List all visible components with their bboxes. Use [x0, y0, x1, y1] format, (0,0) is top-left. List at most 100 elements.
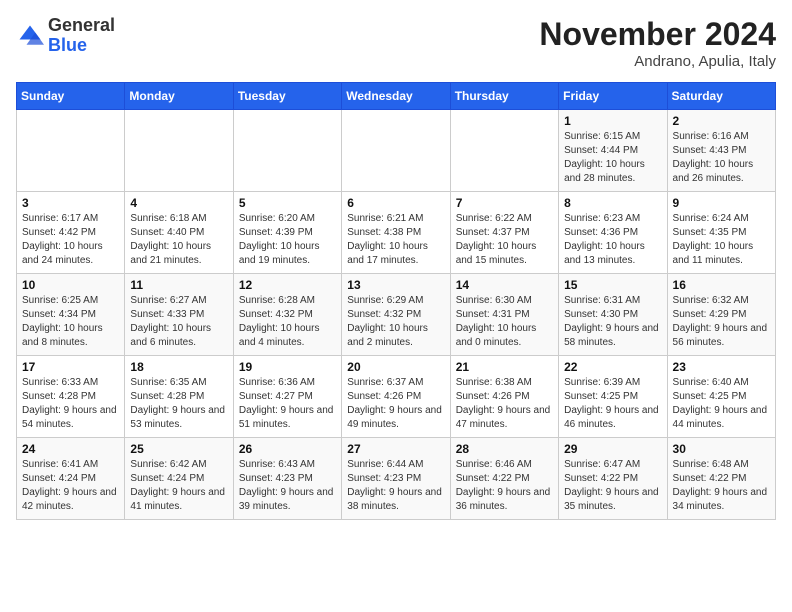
day-info: Sunrise: 6:44 AM Sunset: 4:23 PM Dayligh…: [347, 458, 444, 514]
day-info: Sunrise: 6:24 AM Sunset: 4:35 PM Dayligh…: [673, 212, 770, 268]
logo: General Blue: [16, 16, 115, 56]
calendar-cell: 26 Sunrise: 6:43 AM Sunset: 4:23 PM Dayli…: [233, 438, 341, 520]
day-info: Sunrise: 6:22 AM Sunset: 4:37 PM Dayligh…: [456, 212, 553, 268]
calendar-cell: 1 Sunrise: 6:15 AM Sunset: 4:44 PM Daylig…: [559, 110, 667, 192]
day-number: 1: [564, 114, 661, 128]
day-info: Sunrise: 6:37 AM Sunset: 4:26 PM Dayligh…: [347, 376, 444, 432]
calendar-cell: 18 Sunrise: 6:35 AM Sunset: 4:28 PM Dayli…: [125, 356, 233, 438]
day-info: Sunrise: 6:31 AM Sunset: 4:30 PM Dayligh…: [564, 294, 661, 350]
calendar-cell: 25 Sunrise: 6:42 AM Sunset: 4:24 PM Dayli…: [125, 438, 233, 520]
calendar-cell: 30 Sunrise: 6:48 AM Sunset: 4:22 PM Dayli…: [667, 438, 775, 520]
day-number: 8: [564, 196, 661, 210]
day-number: 26: [239, 442, 336, 456]
day-info: Sunrise: 6:16 AM Sunset: 4:43 PM Dayligh…: [673, 130, 770, 186]
month-title: November 2024: [539, 16, 776, 53]
day-info: Sunrise: 6:33 AM Sunset: 4:28 PM Dayligh…: [22, 376, 119, 432]
day-number: 20: [347, 360, 444, 374]
calendar-cell: 3 Sunrise: 6:17 AM Sunset: 4:42 PM Daylig…: [17, 192, 125, 274]
week-row-1: 3 Sunrise: 6:17 AM Sunset: 4:42 PM Daylig…: [17, 192, 776, 274]
day-info: Sunrise: 6:25 AM Sunset: 4:34 PM Dayligh…: [22, 294, 119, 350]
calendar-table: SundayMondayTuesdayWednesdayThursdayFrid…: [16, 82, 776, 520]
week-row-3: 17 Sunrise: 6:33 AM Sunset: 4:28 PM Dayli…: [17, 356, 776, 438]
day-info: Sunrise: 6:38 AM Sunset: 4:26 PM Dayligh…: [456, 376, 553, 432]
day-info: Sunrise: 6:18 AM Sunset: 4:40 PM Dayligh…: [130, 212, 227, 268]
day-number: 30: [673, 442, 770, 456]
calendar-cell: 24Sunrise: 6:41 AM Sunset: 4:24 PM Dayli…: [17, 438, 125, 520]
calendar-cell: 11 Sunrise: 6:27 AM Sunset: 4:33 PM Dayli…: [125, 274, 233, 356]
day-header-sunday: Sunday: [17, 83, 125, 110]
calendar-cell: [342, 110, 450, 192]
day-info: Sunrise: 6:35 AM Sunset: 4:28 PM Dayligh…: [130, 376, 227, 432]
day-info: Sunrise: 6:30 AM Sunset: 4:31 PM Dayligh…: [456, 294, 553, 350]
calendar-cell: 17 Sunrise: 6:33 AM Sunset: 4:28 PM Dayli…: [17, 356, 125, 438]
calendar-cell: 12Sunrise: 6:28 AM Sunset: 4:32 PM Dayli…: [233, 274, 341, 356]
logo-general: General: [48, 16, 115, 36]
day-number: 27: [347, 442, 444, 456]
day-info: Sunrise: 6:17 AM Sunset: 4:42 PM Dayligh…: [22, 212, 119, 268]
calendar-cell: 10 Sunrise: 6:25 AM Sunset: 4:34 PM Dayli…: [17, 274, 125, 356]
calendar-cell: 21 Sunrise: 6:38 AM Sunset: 4:26 PM Dayli…: [450, 356, 558, 438]
location: Andrano, Apulia, Italy: [539, 53, 776, 70]
day-number: 22: [564, 360, 661, 374]
day-header-saturday: Saturday: [667, 83, 775, 110]
calendar-cell: 8 Sunrise: 6:23 AM Sunset: 4:36 PM Daylig…: [559, 192, 667, 274]
logo-blue: Blue: [48, 36, 115, 56]
week-row-4: 24Sunrise: 6:41 AM Sunset: 4:24 PM Dayli…: [17, 438, 776, 520]
day-number: 29: [564, 442, 661, 456]
day-header-tuesday: Tuesday: [233, 83, 341, 110]
calendar-cell: [233, 110, 341, 192]
day-number: 11: [130, 278, 227, 292]
calendar-cell: 2Sunrise: 6:16 AM Sunset: 4:43 PM Daylig…: [667, 110, 775, 192]
day-info: Sunrise: 6:32 AM Sunset: 4:29 PM Dayligh…: [673, 294, 770, 350]
day-info: Sunrise: 6:46 AM Sunset: 4:22 PM Dayligh…: [456, 458, 553, 514]
calendar-cell: [17, 110, 125, 192]
day-number: 12: [239, 278, 336, 292]
week-row-2: 10 Sunrise: 6:25 AM Sunset: 4:34 PM Dayli…: [17, 274, 776, 356]
day-number: 17: [22, 360, 119, 374]
day-info: Sunrise: 6:43 AM Sunset: 4:23 PM Dayligh…: [239, 458, 336, 514]
calendar-cell: 28Sunrise: 6:46 AM Sunset: 4:22 PM Dayli…: [450, 438, 558, 520]
day-info: Sunrise: 6:20 AM Sunset: 4:39 PM Dayligh…: [239, 212, 336, 268]
day-number: 23: [673, 360, 770, 374]
calendar-cell: 22 Sunrise: 6:39 AM Sunset: 4:25 PM Dayli…: [559, 356, 667, 438]
day-number: 15: [564, 278, 661, 292]
calendar-cell: 29Sunrise: 6:47 AM Sunset: 4:22 PM Dayli…: [559, 438, 667, 520]
header-row: SundayMondayTuesdayWednesdayThursdayFrid…: [17, 83, 776, 110]
calendar-cell: 13 Sunrise: 6:29 AM Sunset: 4:32 PM Dayli…: [342, 274, 450, 356]
day-number: 21: [456, 360, 553, 374]
calendar-cell: 23 Sunrise: 6:40 AM Sunset: 4:25 PM Dayli…: [667, 356, 775, 438]
day-info: Sunrise: 6:27 AM Sunset: 4:33 PM Dayligh…: [130, 294, 227, 350]
week-row-0: 1 Sunrise: 6:15 AM Sunset: 4:44 PM Daylig…: [17, 110, 776, 192]
calendar-cell: 27 Sunrise: 6:44 AM Sunset: 4:23 PM Dayli…: [342, 438, 450, 520]
calendar-cell: 15 Sunrise: 6:31 AM Sunset: 4:30 PM Dayli…: [559, 274, 667, 356]
calendar-cell: 9Sunrise: 6:24 AM Sunset: 4:35 PM Daylig…: [667, 192, 775, 274]
calendar-cell: 19 Sunrise: 6:36 AM Sunset: 4:27 PM Dayli…: [233, 356, 341, 438]
day-header-wednesday: Wednesday: [342, 83, 450, 110]
calendar-cell: [125, 110, 233, 192]
day-info: Sunrise: 6:39 AM Sunset: 4:25 PM Dayligh…: [564, 376, 661, 432]
calendar-cell: 16 Sunrise: 6:32 AM Sunset: 4:29 PM Dayli…: [667, 274, 775, 356]
day-header-friday: Friday: [559, 83, 667, 110]
day-info: Sunrise: 6:29 AM Sunset: 4:32 PM Dayligh…: [347, 294, 444, 350]
calendar-cell: [450, 110, 558, 192]
day-number: 3: [22, 196, 119, 210]
day-number: 18: [130, 360, 227, 374]
day-info: Sunrise: 6:40 AM Sunset: 4:25 PM Dayligh…: [673, 376, 770, 432]
day-info: Sunrise: 6:21 AM Sunset: 4:38 PM Dayligh…: [347, 212, 444, 268]
day-info: Sunrise: 6:36 AM Sunset: 4:27 PM Dayligh…: [239, 376, 336, 432]
title-block: November 2024 Andrano, Apulia, Italy: [539, 16, 776, 70]
day-number: 16: [673, 278, 770, 292]
day-info: Sunrise: 6:48 AM Sunset: 4:22 PM Dayligh…: [673, 458, 770, 514]
day-info: Sunrise: 6:15 AM Sunset: 4:44 PM Dayligh…: [564, 130, 661, 186]
logo-text: General Blue: [48, 16, 115, 56]
day-number: 13: [347, 278, 444, 292]
calendar-cell: 5 Sunrise: 6:20 AM Sunset: 4:39 PM Daylig…: [233, 192, 341, 274]
day-number: 19: [239, 360, 336, 374]
day-info: Sunrise: 6:23 AM Sunset: 4:36 PM Dayligh…: [564, 212, 661, 268]
day-info: Sunrise: 6:42 AM Sunset: 4:24 PM Dayligh…: [130, 458, 227, 514]
day-header-monday: Monday: [125, 83, 233, 110]
day-number: 5: [239, 196, 336, 210]
day-number: 10: [22, 278, 119, 292]
day-number: 25: [130, 442, 227, 456]
page-header: General Blue November 2024 Andrano, Apul…: [16, 16, 776, 70]
